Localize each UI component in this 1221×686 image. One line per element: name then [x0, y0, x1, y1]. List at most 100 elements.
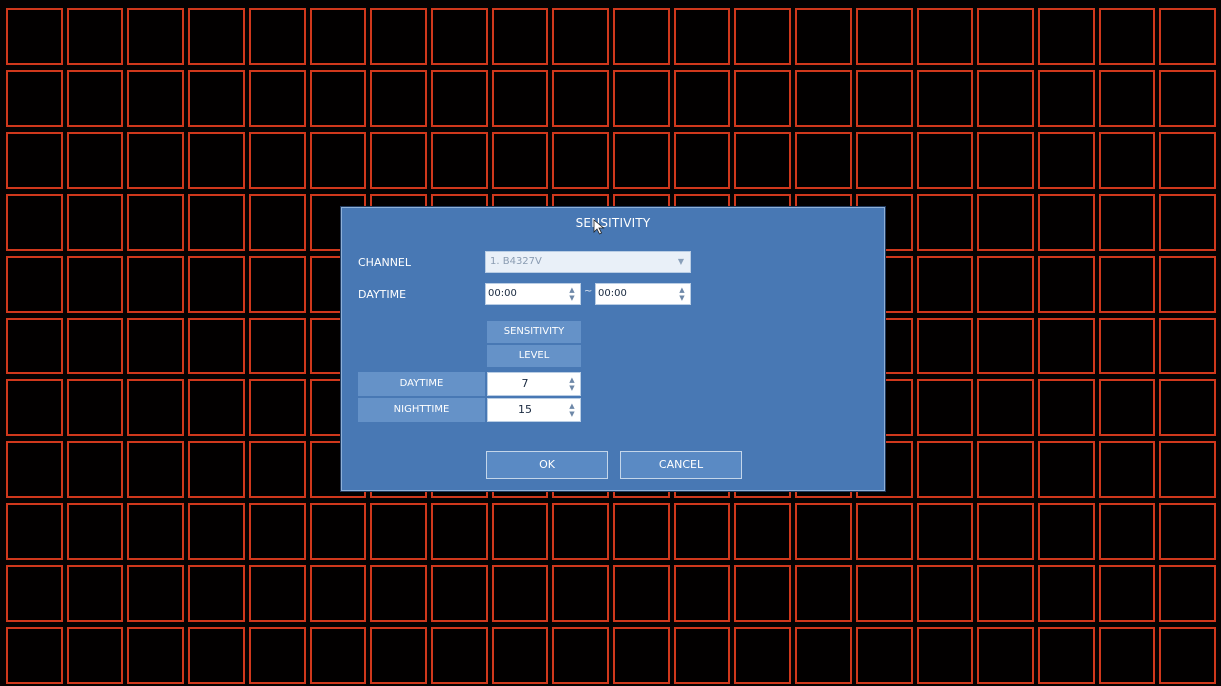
- nighttime-level-spinner[interactable]: 15 ▲ ▼: [487, 398, 581, 422]
- camera-tile[interactable]: [370, 131, 427, 189]
- camera-tile[interactable]: [491, 8, 549, 65]
- camera-tile[interactable]: [188, 8, 245, 65]
- camera-tile[interactable]: [673, 69, 731, 127]
- camera-tile[interactable]: [430, 69, 488, 127]
- camera-tile[interactable]: [916, 255, 974, 313]
- camera-tile[interactable]: [66, 627, 124, 684]
- camera-tile[interactable]: [977, 131, 1034, 189]
- up-down-arrows-icon[interactable]: ▲ ▼: [568, 376, 576, 392]
- camera-tile[interactable]: [1098, 193, 1156, 251]
- camera-tile[interactable]: [1037, 69, 1095, 127]
- camera-tile[interactable]: [248, 441, 306, 499]
- camera-tile[interactable]: [248, 131, 306, 189]
- camera-tile[interactable]: [1037, 379, 1095, 437]
- camera-tile[interactable]: [977, 193, 1034, 251]
- camera-tile[interactable]: [6, 131, 63, 189]
- camera-tile[interactable]: [795, 69, 852, 127]
- camera-tile[interactable]: [6, 627, 63, 684]
- camera-tile[interactable]: [1159, 441, 1216, 499]
- camera-tile[interactable]: [66, 441, 124, 499]
- camera-tile[interactable]: [1159, 317, 1216, 375]
- camera-tile[interactable]: [552, 69, 609, 127]
- camera-tile[interactable]: [6, 317, 63, 375]
- camera-tile[interactable]: [248, 317, 306, 375]
- camera-tile[interactable]: [248, 379, 306, 437]
- camera-tile[interactable]: [613, 8, 670, 65]
- camera-tile[interactable]: [66, 8, 124, 65]
- camera-tile[interactable]: [1037, 255, 1095, 313]
- camera-tile[interactable]: [66, 131, 124, 189]
- ok-button[interactable]: OK: [486, 451, 608, 479]
- camera-tile[interactable]: [430, 503, 488, 561]
- camera-tile[interactable]: [916, 379, 974, 437]
- camera-tile[interactable]: [1098, 131, 1156, 189]
- camera-tile[interactable]: [613, 69, 670, 127]
- camera-tile[interactable]: [795, 565, 852, 623]
- camera-tile[interactable]: [795, 131, 852, 189]
- camera-tile[interactable]: [673, 8, 731, 65]
- camera-tile[interactable]: [430, 565, 488, 623]
- camera-tile[interactable]: [552, 8, 609, 65]
- camera-tile[interactable]: [309, 627, 367, 684]
- camera-tile[interactable]: [188, 379, 245, 437]
- camera-tile[interactable]: [916, 317, 974, 375]
- camera-tile[interactable]: [491, 503, 549, 561]
- camera-tile[interactable]: [734, 131, 792, 189]
- camera-tile[interactable]: [188, 441, 245, 499]
- camera-tile[interactable]: [977, 565, 1034, 623]
- camera-tile[interactable]: [855, 503, 913, 561]
- camera-tile[interactable]: [855, 565, 913, 623]
- camera-tile[interactable]: [188, 503, 245, 561]
- camera-tile[interactable]: [6, 379, 63, 437]
- camera-tile[interactable]: [127, 503, 185, 561]
- camera-tile[interactable]: [977, 379, 1034, 437]
- camera-tile[interactable]: [248, 503, 306, 561]
- camera-tile[interactable]: [1159, 565, 1216, 623]
- camera-tile[interactable]: [1037, 627, 1095, 684]
- camera-tile[interactable]: [491, 627, 549, 684]
- camera-tile[interactable]: [66, 565, 124, 623]
- camera-tile[interactable]: [1037, 193, 1095, 251]
- camera-tile[interactable]: [1159, 193, 1216, 251]
- camera-tile[interactable]: [855, 131, 913, 189]
- camera-tile[interactable]: [188, 69, 245, 127]
- camera-tile[interactable]: [1098, 255, 1156, 313]
- camera-tile[interactable]: [734, 69, 792, 127]
- camera-tile[interactable]: [188, 627, 245, 684]
- camera-tile[interactable]: [1159, 627, 1216, 684]
- camera-tile[interactable]: [613, 503, 670, 561]
- camera-tile[interactable]: [66, 255, 124, 313]
- camera-tile[interactable]: [430, 8, 488, 65]
- camera-tile[interactable]: [66, 317, 124, 375]
- camera-tile[interactable]: [916, 131, 974, 189]
- camera-tile[interactable]: [1037, 317, 1095, 375]
- camera-tile[interactable]: [977, 317, 1034, 375]
- camera-tile[interactable]: [977, 255, 1034, 313]
- camera-tile[interactable]: [491, 69, 549, 127]
- camera-tile[interactable]: [370, 8, 427, 65]
- camera-tile[interactable]: [1159, 8, 1216, 65]
- camera-tile[interactable]: [855, 627, 913, 684]
- camera-tile[interactable]: [916, 627, 974, 684]
- camera-tile[interactable]: [127, 627, 185, 684]
- camera-tile[interactable]: [1037, 503, 1095, 561]
- camera-tile[interactable]: [795, 627, 852, 684]
- camera-tile[interactable]: [916, 8, 974, 65]
- camera-tile[interactable]: [127, 317, 185, 375]
- camera-tile[interactable]: [248, 565, 306, 623]
- channel-select[interactable]: 1. B4327V ▼: [485, 251, 691, 273]
- camera-tile[interactable]: [248, 255, 306, 313]
- daytime-start-spinner[interactable]: 00:00 ▲ ▼: [485, 283, 581, 305]
- camera-tile[interactable]: [248, 8, 306, 65]
- camera-tile[interactable]: [673, 131, 731, 189]
- camera-tile[interactable]: [370, 565, 427, 623]
- camera-tile[interactable]: [1159, 255, 1216, 313]
- camera-tile[interactable]: [1098, 627, 1156, 684]
- camera-tile[interactable]: [552, 131, 609, 189]
- camera-tile[interactable]: [127, 193, 185, 251]
- camera-tile[interactable]: [1037, 565, 1095, 623]
- camera-tile[interactable]: [977, 8, 1034, 65]
- camera-tile[interactable]: [673, 565, 731, 623]
- camera-tile[interactable]: [734, 627, 792, 684]
- camera-tile[interactable]: [1159, 503, 1216, 561]
